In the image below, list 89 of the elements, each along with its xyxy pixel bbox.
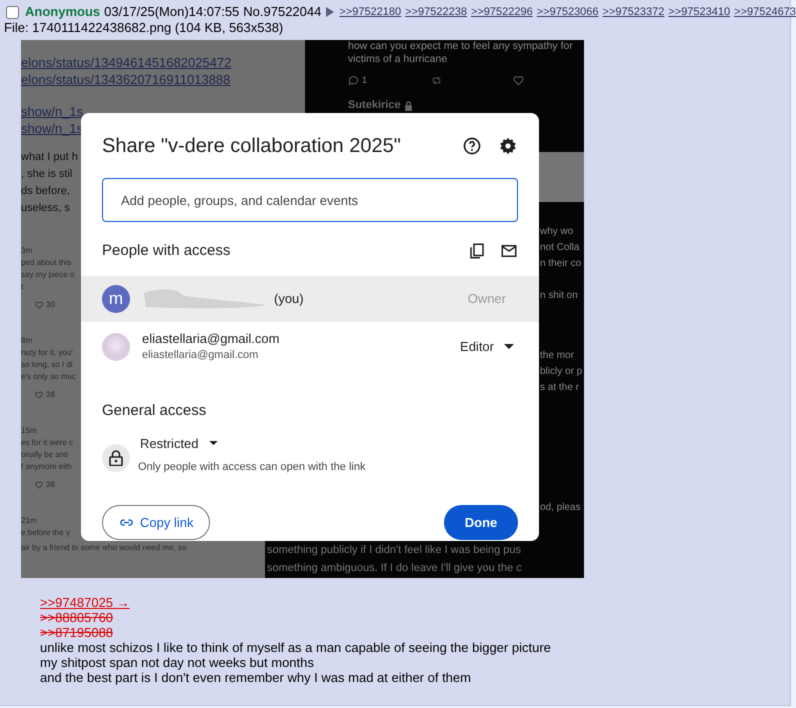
file-link[interactable]: 1740111422438682.png xyxy=(32,20,172,35)
role-dropdown[interactable]: Editor xyxy=(460,337,518,357)
post-number[interactable]: No.97522044 xyxy=(243,4,322,20)
backlink[interactable]: >>97524673 xyxy=(734,4,796,20)
speech-bubble-icon xyxy=(348,75,359,86)
file-info: (104 KB, 563x538) xyxy=(174,20,284,35)
tweet-text: say my piece o xyxy=(21,269,74,281)
tweet-text: es for it were c xyxy=(21,437,74,449)
post-text: my shitpost span not day not weeks but months xyxy=(40,655,314,670)
like-count: 38 xyxy=(46,479,55,491)
post-text: unlike most schizos I like to think of myself as a man capable of seeing the bigger picture xyxy=(40,640,551,655)
help-icon[interactable] xyxy=(462,136,482,156)
file-label: File: xyxy=(4,20,30,35)
post-datetime: 03/17/25(Mon)14:07:55 xyxy=(104,4,240,20)
heart-icon xyxy=(35,301,43,309)
lock-icon xyxy=(404,100,413,110)
tweet-time: 21m xyxy=(21,515,37,527)
tweet-time: 15m xyxy=(21,425,37,437)
copy-link-button[interactable]: Copy link xyxy=(102,505,210,540)
settings-icon[interactable] xyxy=(498,136,518,156)
backlink[interactable]: >>97523066 xyxy=(536,4,599,20)
post-text: and the best part is I don't even remember why I was mad at either of them xyxy=(40,670,471,685)
section-heading: General access xyxy=(102,401,208,421)
poster-name: Anonymous xyxy=(25,4,100,20)
link-text: show/n_1s xyxy=(21,120,84,137)
role-label: Owner xyxy=(468,290,507,308)
quote-link[interactable]: >>97487025 → xyxy=(40,595,130,610)
text-fragment: something ambiguous. If I do leave I'll give you the c xyxy=(267,561,522,576)
tweet-text: e before the y xyxy=(21,527,70,539)
done-button[interactable]: Done xyxy=(444,505,518,540)
tweet-text: how can you expect me to feel any sympathy for xyxy=(348,40,573,53)
access-description: Only people with access can open with the link xyxy=(138,460,366,474)
text-fragment: not Colla xyxy=(540,241,580,255)
reply-count: 1 xyxy=(362,74,368,87)
tweet-time: 3m xyxy=(21,245,32,257)
tweet-time: 8m xyxy=(21,335,32,347)
access-dropdown[interactable]: Restricted xyxy=(140,434,366,452)
backlink[interactable]: >>97522238 xyxy=(405,4,467,20)
avatar: m xyxy=(102,285,130,313)
heart-icon xyxy=(35,391,43,399)
dialog-title: Share "v-dere collaboration 2025" xyxy=(102,134,402,158)
retweet-icon xyxy=(431,75,442,86)
heart-icon xyxy=(35,481,43,489)
person-name: eliastellaria@gmail.com xyxy=(142,331,280,347)
like-count: 38 xyxy=(46,389,55,401)
section-heading: People with access xyxy=(102,242,232,260)
text-fragment: why wo xyxy=(540,225,574,239)
triangle-icon[interactable] xyxy=(325,6,336,18)
text-fragment: s at the r xyxy=(540,381,579,395)
tweet-text: onally be anti xyxy=(21,449,68,461)
avatar-picture xyxy=(102,333,130,361)
tweet-text: razy for it, you' xyxy=(21,347,73,359)
backlink[interactable]: >>97522296 xyxy=(470,4,533,20)
link-text: elons/status/1349461451682025472 xyxy=(21,54,232,71)
text-fragment: something publicly if I didn't feel like I was being pus xyxy=(267,543,522,558)
link-text: elons/status/1343620716911013888 xyxy=(21,71,230,88)
text-fragment: ds before, xyxy=(21,184,70,199)
text-fragment: n shit on xyxy=(540,289,578,303)
tweet-text: ped about this xyxy=(21,257,72,269)
text-fragment: blicly or p xyxy=(540,365,582,379)
text-fragment: the mor xyxy=(540,349,574,363)
tweet-text: f anymore eith xyxy=(21,461,72,473)
backlink[interactable]: >>97522180 xyxy=(339,4,402,20)
tweet-text: victims of a hurricane xyxy=(348,53,448,66)
copy-icon[interactable] xyxy=(468,242,486,260)
text-fragment: what I put h xyxy=(21,150,78,165)
text-fragment: air by a friend to some who would need me, so xyxy=(21,542,186,554)
people-search-field[interactable]: Add people, groups, and calendar events xyxy=(102,178,518,222)
author-name: Sutekirice xyxy=(348,99,401,112)
post-checkbox[interactable] xyxy=(6,6,19,18)
heart-icon xyxy=(513,75,524,86)
tweet-text: e's only so muc xyxy=(21,371,76,383)
quote-link[interactable]: >>88805760 xyxy=(40,610,114,625)
text-fragment: , she is stil xyxy=(21,167,72,182)
person-email: eliastellaria@gmail.com xyxy=(142,348,258,363)
person-name: (you) xyxy=(274,291,304,307)
caret-icon xyxy=(504,344,514,350)
link-text: show/n_1s xyxy=(21,103,84,120)
text-fragment: od, pleas xyxy=(540,501,581,515)
backlink[interactable]: >>97523410 xyxy=(668,4,730,20)
text-fragment: n their co xyxy=(540,257,582,271)
mail-icon[interactable] xyxy=(500,242,518,260)
lock-icon xyxy=(109,450,123,466)
like-count: 30 xyxy=(46,299,55,311)
caret-icon xyxy=(208,441,218,446)
tweet-text: t xyxy=(21,281,24,293)
quote-link[interactable]: >>87195088 xyxy=(40,625,114,640)
text-fragment: useless, s xyxy=(21,201,70,216)
backlink[interactable]: >>97523372 xyxy=(602,4,664,20)
